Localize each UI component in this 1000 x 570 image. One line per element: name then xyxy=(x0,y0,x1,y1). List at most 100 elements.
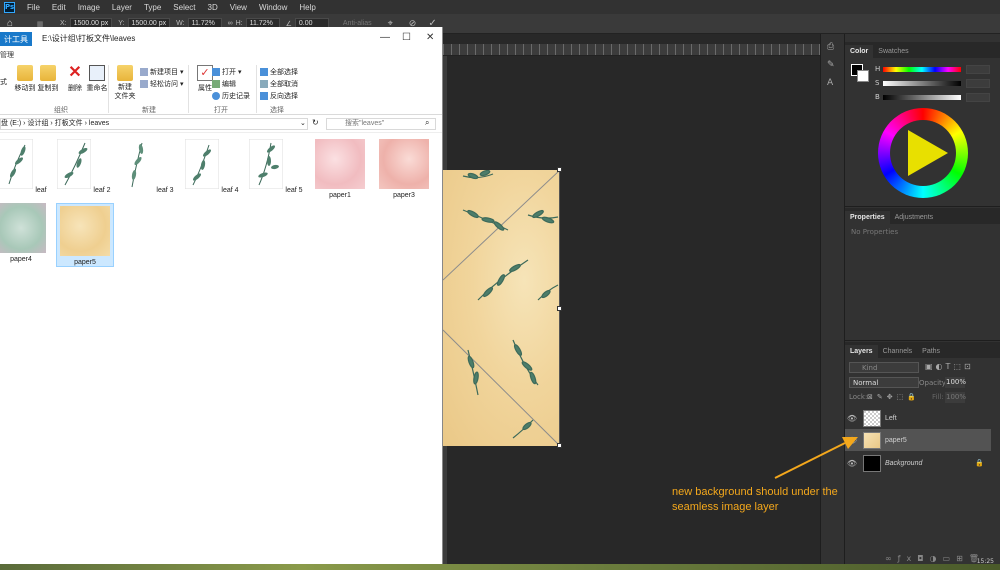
history-clock-icon xyxy=(212,92,220,100)
select-all-button[interactable]: 全部选择 xyxy=(260,67,298,77)
address-bar[interactable]: 盘 (E:) › 设计组 › 打板文件 › leaves xyxy=(0,118,308,130)
link-icon[interactable]: ∞ xyxy=(228,20,233,27)
menu-image[interactable]: Image xyxy=(72,3,106,12)
tab-swatches[interactable]: Swatches xyxy=(873,45,913,58)
paper-image-icon xyxy=(60,206,110,256)
menu-view[interactable]: View xyxy=(224,3,253,12)
file-item-paper5[interactable]: paper5 xyxy=(56,203,114,267)
menu-select[interactable]: Select xyxy=(167,3,201,12)
file-item-leaf-4[interactable]: leaf 4 xyxy=(183,138,241,194)
layer-thumbnail-left xyxy=(863,409,881,427)
file-item-paper4[interactable]: paper4 xyxy=(0,203,50,263)
lock-icons[interactable]: ⊠✎✥⬚🔒 xyxy=(867,393,920,401)
search-input[interactable]: 搜索"leaves" xyxy=(326,118,436,130)
layer-footer-icons[interactable]: ∞ƒx◘◑▭⊞🗑 xyxy=(885,554,985,563)
lock-icon: 🔒 xyxy=(975,460,984,467)
tab-paths[interactable]: Paths xyxy=(917,345,945,358)
horizontal-ruler[interactable] xyxy=(443,44,820,56)
edit-button[interactable]: 编辑 xyxy=(212,79,236,89)
hue-value[interactable] xyxy=(966,64,990,74)
layer-filter-icons[interactable]: ▣◐T⬚⊡ xyxy=(925,362,974,371)
tab-layers[interactable]: Layers xyxy=(845,345,878,358)
saturation-label: S xyxy=(875,79,880,87)
anti-alias-checkbox[interactable]: Anti-alias xyxy=(343,20,372,27)
select-all-icon xyxy=(260,68,268,76)
paper-image-icon xyxy=(0,203,46,253)
brush-settings-icon[interactable]: ✎ xyxy=(827,60,838,70)
maximize-icon[interactable]: ☐ xyxy=(402,32,411,43)
open-button[interactable]: 打开 ▾ xyxy=(212,67,241,77)
transform-handle-mid-right[interactable] xyxy=(557,306,562,311)
brightness-slider[interactable] xyxy=(883,94,961,100)
layer-thumbnail-paper5 xyxy=(863,431,881,449)
brightness-value[interactable] xyxy=(966,92,990,102)
eye-icon[interactable]: 👁 xyxy=(845,459,859,468)
tab-color[interactable]: Color xyxy=(845,45,874,58)
document-canvas[interactable] xyxy=(443,170,560,446)
delete-x-icon: ✕ xyxy=(68,64,82,81)
layer-kind-filter[interactable]: Kind xyxy=(849,362,919,373)
file-item-leaf[interactable]: leaf xyxy=(0,138,52,194)
file-item-paper1[interactable]: paper1 xyxy=(311,139,369,199)
saturation-value[interactable] xyxy=(966,78,990,88)
layer-paper5[interactable]: 👁 paper5 xyxy=(845,429,991,451)
history-icon[interactable]: ⎙ xyxy=(827,42,838,52)
file-item-leaf-2[interactable]: leaf 2 xyxy=(55,138,113,194)
clock: 15:25 xyxy=(976,558,994,565)
menu-3d[interactable]: 3D xyxy=(202,3,224,12)
transform-handle-bottom-right[interactable] xyxy=(557,443,562,448)
blend-mode-select[interactable]: Normal xyxy=(849,377,919,388)
color-wheel[interactable] xyxy=(878,108,968,198)
opacity-field[interactable]: 100% xyxy=(945,377,966,388)
menu-type[interactable]: Type xyxy=(138,3,167,12)
address-dropdown-icon[interactable]: ⌄ xyxy=(300,119,306,127)
history-button[interactable]: 历史记录 xyxy=(212,91,250,101)
close-icon[interactable]: ✕ xyxy=(426,32,434,43)
new-item-button[interactable]: 新建项目 ▾ xyxy=(140,67,183,77)
organize-group-label: 组织 xyxy=(54,107,68,114)
tool-tab[interactable]: 计工具 xyxy=(0,31,32,46)
tab-adjustments[interactable]: Adjustments xyxy=(890,211,939,224)
layer-name-paper5[interactable]: paper5 xyxy=(885,437,907,444)
menu-layer[interactable]: Layer xyxy=(106,3,138,12)
copy-to-button[interactable]: 复制到 xyxy=(33,65,63,93)
layer-name-background[interactable]: Background xyxy=(885,460,922,467)
menu-window[interactable]: Window xyxy=(253,3,293,12)
refresh-icon[interactable]: ↻ xyxy=(312,118,319,127)
saturation-slider[interactable] xyxy=(883,80,961,86)
annotation-text: new background should under the seamless… xyxy=(672,486,838,513)
layer-background[interactable]: 👁 Background 🔒 xyxy=(845,452,991,474)
address-row: 盘 (E:) › 设计组 › 打板文件 › leaves ⌄ ↻ 搜索"leav… xyxy=(0,115,442,133)
fill-field[interactable]: 100% xyxy=(945,392,966,403)
layer-name-left[interactable]: Left xyxy=(885,415,897,422)
brightness-label: B xyxy=(875,93,880,101)
x-label: X: xyxy=(60,20,67,27)
character-icon[interactable]: A xyxy=(827,78,838,88)
easy-access-button[interactable]: 轻松访问 ▾ xyxy=(140,79,183,89)
eye-icon[interactable]: 👁 xyxy=(845,436,859,445)
select-none-button[interactable]: 全部取消 xyxy=(260,79,298,89)
layers-panel-tabs: Layers Channels Paths xyxy=(845,342,1000,358)
minimize-icon[interactable]: — xyxy=(380,32,390,43)
file-item-leaf-3[interactable]: leaf 3 xyxy=(118,139,176,194)
color-panel-tabs: Color Swatches xyxy=(845,42,1000,58)
menu-file[interactable]: File xyxy=(21,3,46,12)
leaf-image-icon xyxy=(56,138,92,190)
tab-properties[interactable]: Properties xyxy=(845,211,890,224)
layer-left[interactable]: 👁 Left xyxy=(845,407,991,429)
transform-handle-top-right[interactable] xyxy=(557,167,562,172)
menu-edit[interactable]: Edit xyxy=(46,3,72,12)
new-folder-button[interactable]: 新建 文件夹 xyxy=(110,65,140,101)
search-icon[interactable]: ⌕ xyxy=(425,118,429,128)
file-item-leaf-5[interactable]: leaf 5 xyxy=(247,138,305,194)
file-item-paper3[interactable]: paper3 xyxy=(375,139,433,199)
hue-slider[interactable] xyxy=(883,66,961,72)
color-triangle[interactable] xyxy=(908,130,948,176)
eye-icon[interactable]: 👁 xyxy=(845,414,859,423)
tab-manage[interactable]: 管理 xyxy=(0,52,14,59)
invert-selection-button[interactable]: 反向选择 xyxy=(260,91,298,101)
open-group-label: 打开 xyxy=(214,107,228,114)
edit-icon xyxy=(212,80,220,88)
menu-help[interactable]: Help xyxy=(293,3,321,12)
tab-channels[interactable]: Channels xyxy=(878,345,918,358)
